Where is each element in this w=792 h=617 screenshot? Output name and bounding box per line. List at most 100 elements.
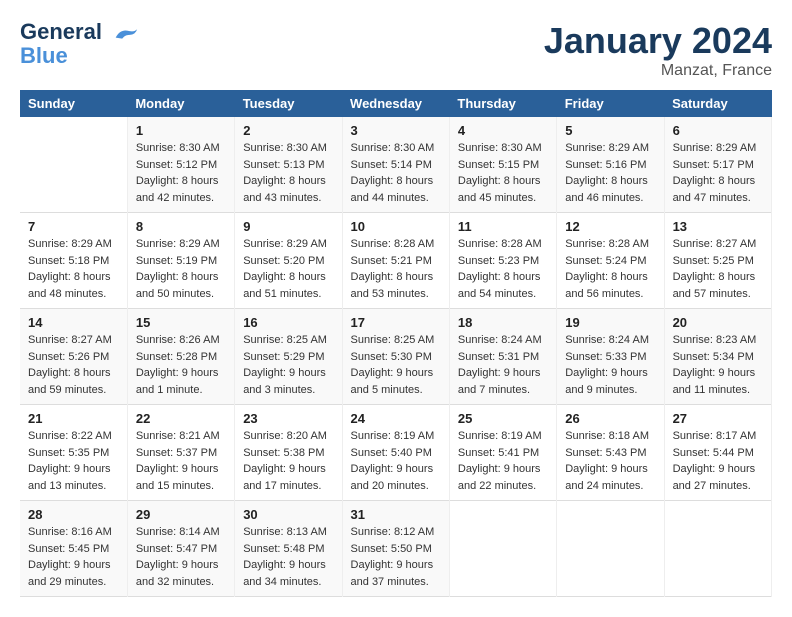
day-number: 3 (351, 123, 441, 138)
day-number: 15 (136, 315, 226, 330)
cell-info: Sunrise: 8:30 AMSunset: 5:15 PMDaylight:… (458, 140, 548, 206)
calendar-cell: 13Sunrise: 8:27 AMSunset: 5:25 PMDayligh… (664, 213, 771, 309)
logo-blue: Blue (20, 44, 139, 68)
cell-info: Sunrise: 8:25 AMSunset: 5:30 PMDaylight:… (351, 332, 441, 398)
cell-info: Sunrise: 8:22 AMSunset: 5:35 PMDaylight:… (28, 428, 119, 494)
cell-info: Sunrise: 8:19 AMSunset: 5:41 PMDaylight:… (458, 428, 548, 494)
calendar-cell: 3 Sunrise: 8:30 AMSunset: 5:14 PMDaylight… (342, 117, 449, 213)
calendar-cell: 7 Sunrise: 8:29 AMSunset: 5:18 PMDaylight… (20, 213, 127, 309)
day-number: 24 (351, 411, 441, 426)
day-number: 29 (136, 507, 226, 522)
cell-info: Sunrise: 8:29 AMSunset: 5:20 PMDaylight:… (243, 236, 333, 302)
calendar-cell (664, 501, 771, 597)
week-row-2: 7 Sunrise: 8:29 AMSunset: 5:18 PMDaylight… (20, 213, 772, 309)
day-number: 27 (673, 411, 763, 426)
calendar-cell: 12 Sunrise: 8:28 AMSunset: 5:24 PMDayligh… (557, 213, 664, 309)
cell-info: Sunrise: 8:19 AMSunset: 5:40 PMDaylight:… (351, 428, 441, 494)
calendar-cell: 22 Sunrise: 8:21 AMSunset: 5:37 PMDayligh… (127, 405, 234, 501)
calendar-cell: 4Sunrise: 8:30 AMSunset: 5:15 PMDaylight… (449, 117, 556, 213)
header-row: SundayMondayTuesdayWednesdayThursdayFrid… (20, 90, 772, 117)
calendar-cell: 2 Sunrise: 8:30 AMSunset: 5:13 PMDaylight… (235, 117, 342, 213)
calendar-cell: 9 Sunrise: 8:29 AMSunset: 5:20 PMDaylight… (235, 213, 342, 309)
week-row-1: 1 Sunrise: 8:30 AMSunset: 5:12 PMDaylight… (20, 117, 772, 213)
day-number: 17 (351, 315, 441, 330)
calendar-cell (20, 117, 127, 213)
day-number: 2 (243, 123, 333, 138)
cell-info: Sunrise: 8:14 AMSunset: 5:47 PMDaylight:… (136, 524, 226, 590)
calendar-cell: 17 Sunrise: 8:25 AMSunset: 5:30 PMDayligh… (342, 309, 449, 405)
cell-info: Sunrise: 8:24 AMSunset: 5:31 PMDaylight:… (458, 332, 548, 398)
week-row-4: 21 Sunrise: 8:22 AMSunset: 5:35 PMDayligh… (20, 405, 772, 501)
day-number: 7 (28, 219, 119, 234)
calendar-cell: 18Sunrise: 8:24 AMSunset: 5:31 PMDayligh… (449, 309, 556, 405)
day-number: 12 (565, 219, 655, 234)
day-number: 21 (28, 411, 119, 426)
header-saturday: Saturday (664, 90, 771, 117)
calendar-cell: 15 Sunrise: 8:26 AMSunset: 5:28 PMDayligh… (127, 309, 234, 405)
day-number: 31 (351, 507, 441, 522)
calendar-header: SundayMondayTuesdayWednesdayThursdayFrid… (20, 90, 772, 117)
page-header: General Blue January 2024 Manzat, France (20, 20, 772, 80)
cell-info: Sunrise: 8:24 AMSunset: 5:33 PMDaylight:… (565, 332, 655, 398)
cell-info: Sunrise: 8:27 AMSunset: 5:26 PMDaylight:… (28, 332, 119, 398)
calendar-cell: 1 Sunrise: 8:30 AMSunset: 5:12 PMDaylight… (127, 117, 234, 213)
cell-info: Sunrise: 8:21 AMSunset: 5:37 PMDaylight:… (136, 428, 226, 494)
calendar-cell: 16 Sunrise: 8:25 AMSunset: 5:29 PMDayligh… (235, 309, 342, 405)
cell-info: Sunrise: 8:30 AMSunset: 5:14 PMDaylight:… (351, 140, 441, 206)
cell-info: Sunrise: 8:29 AMSunset: 5:16 PMDaylight:… (565, 140, 655, 206)
cell-info: Sunrise: 8:16 AMSunset: 5:45 PMDaylight:… (28, 524, 119, 590)
day-number: 28 (28, 507, 119, 522)
day-number: 14 (28, 315, 119, 330)
header-wednesday: Wednesday (342, 90, 449, 117)
calendar-cell: 26 Sunrise: 8:18 AMSunset: 5:43 PMDayligh… (557, 405, 664, 501)
cell-info: Sunrise: 8:26 AMSunset: 5:28 PMDaylight:… (136, 332, 226, 398)
calendar-cell: 14 Sunrise: 8:27 AMSunset: 5:26 PMDayligh… (20, 309, 127, 405)
calendar-cell: 23 Sunrise: 8:20 AMSunset: 5:38 PMDayligh… (235, 405, 342, 501)
month-title: January 2024 (544, 20, 772, 62)
day-number: 11 (458, 219, 548, 234)
day-number: 8 (136, 219, 226, 234)
title-section: January 2024 Manzat, France (544, 20, 772, 80)
cell-info: Sunrise: 8:30 AMSunset: 5:12 PMDaylight:… (136, 140, 226, 206)
cell-info: Sunrise: 8:25 AMSunset: 5:29 PMDaylight:… (243, 332, 333, 398)
day-number: 25 (458, 411, 548, 426)
header-thursday: Thursday (449, 90, 556, 117)
header-friday: Friday (557, 90, 664, 117)
cell-info: Sunrise: 8:27 AMSunset: 5:25 PMDaylight:… (673, 236, 763, 302)
calendar-cell: 25 Sunrise: 8:19 AMSunset: 5:41 PMDayligh… (449, 405, 556, 501)
day-number: 22 (136, 411, 226, 426)
cell-info: Sunrise: 8:23 AMSunset: 5:34 PMDaylight:… (673, 332, 763, 398)
day-number: 23 (243, 411, 333, 426)
logo: General Blue (20, 20, 139, 68)
cell-info: Sunrise: 8:30 AMSunset: 5:13 PMDaylight:… (243, 140, 333, 206)
cell-info: Sunrise: 8:20 AMSunset: 5:38 PMDaylight:… (243, 428, 333, 494)
calendar-cell: 6Sunrise: 8:29 AMSunset: 5:17 PMDaylight… (664, 117, 771, 213)
calendar-table: SundayMondayTuesdayWednesdayThursdayFrid… (20, 90, 772, 597)
day-number: 30 (243, 507, 333, 522)
calendar-cell: 11 Sunrise: 8:28 AMSunset: 5:23 PMDayligh… (449, 213, 556, 309)
cell-info: Sunrise: 8:29 AMSunset: 5:18 PMDaylight:… (28, 236, 119, 302)
day-number: 9 (243, 219, 333, 234)
day-number: 1 (136, 123, 226, 138)
day-number: 26 (565, 411, 655, 426)
header-sunday: Sunday (20, 90, 127, 117)
cell-info: Sunrise: 8:13 AMSunset: 5:48 PMDaylight:… (243, 524, 333, 590)
calendar-cell: 21 Sunrise: 8:22 AMSunset: 5:35 PMDayligh… (20, 405, 127, 501)
logo-general: General (20, 19, 102, 44)
day-number: 10 (351, 219, 441, 234)
cell-info: Sunrise: 8:28 AMSunset: 5:24 PMDaylight:… (565, 236, 655, 302)
day-number: 19 (565, 315, 655, 330)
calendar-cell: 5Sunrise: 8:29 AMSunset: 5:16 PMDaylight… (557, 117, 664, 213)
calendar-cell (557, 501, 664, 597)
calendar-cell: 19 Sunrise: 8:24 AMSunset: 5:33 PMDayligh… (557, 309, 664, 405)
cell-info: Sunrise: 8:17 AMSunset: 5:44 PMDaylight:… (673, 428, 763, 494)
week-row-3: 14 Sunrise: 8:27 AMSunset: 5:26 PMDayligh… (20, 309, 772, 405)
cell-info: Sunrise: 8:18 AMSunset: 5:43 PMDaylight:… (565, 428, 655, 494)
calendar-cell: 20Sunrise: 8:23 AMSunset: 5:34 PMDayligh… (664, 309, 771, 405)
cell-info: Sunrise: 8:29 AMSunset: 5:17 PMDaylight:… (673, 140, 763, 206)
logo-bird-icon (111, 23, 139, 43)
day-number: 16 (243, 315, 333, 330)
cell-info: Sunrise: 8:28 AMSunset: 5:23 PMDaylight:… (458, 236, 548, 302)
location: Manzat, France (544, 62, 772, 80)
calendar-cell: 28 Sunrise: 8:16 AMSunset: 5:45 PMDayligh… (20, 501, 127, 597)
